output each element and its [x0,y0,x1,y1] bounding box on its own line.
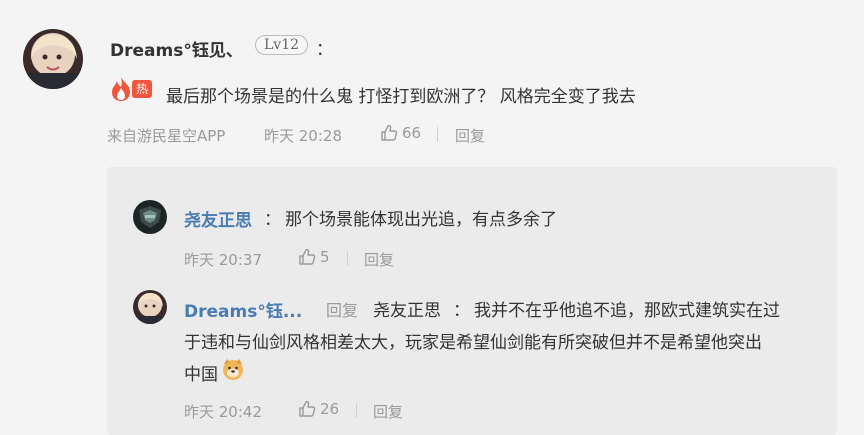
reply-1-like-count: 5 [320,248,330,266]
reply-2-time: 昨天 20:42 [184,403,262,421]
username-colon: ： [316,40,333,60]
reply-2-reply-button[interactable]: 回复 [373,401,403,422]
reply-1-colon: ： [264,210,281,230]
comment-text: 最后那个场景是的什么鬼 打怪打到欧洲了？ 风格完全变了我去 [166,87,636,107]
reply-2-text-line-1: 我并不在乎他追不追，那欧式建筑实在过 [474,301,780,321]
thumbs-up-icon [380,124,398,142]
reply-2-text-line-3: 中国 [184,365,218,385]
comment-source: 来自游民星空APP [107,127,226,145]
reply-2-like-count: 26 [320,400,340,418]
reply-2-like-button[interactable]: 26 [298,400,339,418]
reply-1-time: 昨天 20:37 [184,251,262,269]
like-count: 66 [402,124,422,142]
like-button[interactable]: 66 [380,124,421,142]
doge-emoji-icon [221,357,245,381]
level-badge: Lv12 [255,35,309,55]
hot-label: 热 [132,80,153,98]
comment-username[interactable]: Dreams°钰见、 [110,36,243,61]
thumbs-up-icon [298,248,316,266]
reply-2-text-line-2: 于违和与仙剑风格相差太大，玩家是希望仙剑能有所突破但并不是希望他突出 [184,333,762,353]
comment-time: 昨天 20:28 [264,127,342,145]
reply-2-username[interactable]: Dreams°钰... [184,297,302,322]
meta-divider [437,127,438,142]
meta-divider [356,403,357,418]
reply-1-text: 那个场景能体现出光追，有点多余了 [285,210,557,230]
hot-badge: 热 [110,76,153,102]
thumbs-up-icon [298,400,316,418]
reply-1-reply-button[interactable]: 回复 [364,249,394,270]
flame-icon [110,76,132,102]
reply-2-reply-to[interactable]: 尧友正思 [373,296,441,321]
reply-1-like-button[interactable]: 5 [298,248,330,266]
avatar-reply-2[interactable] [133,290,167,324]
reply-button[interactable]: 回复 [455,125,485,146]
reply-2-reply-word: 回复 [326,301,359,320]
meta-divider [347,251,348,266]
reply-1-username[interactable]: 尧友正思 [184,206,252,231]
avatar-reply-1[interactable] [133,200,167,234]
avatar-main-user[interactable] [23,29,83,89]
reply-2-colon: ： [453,301,470,321]
